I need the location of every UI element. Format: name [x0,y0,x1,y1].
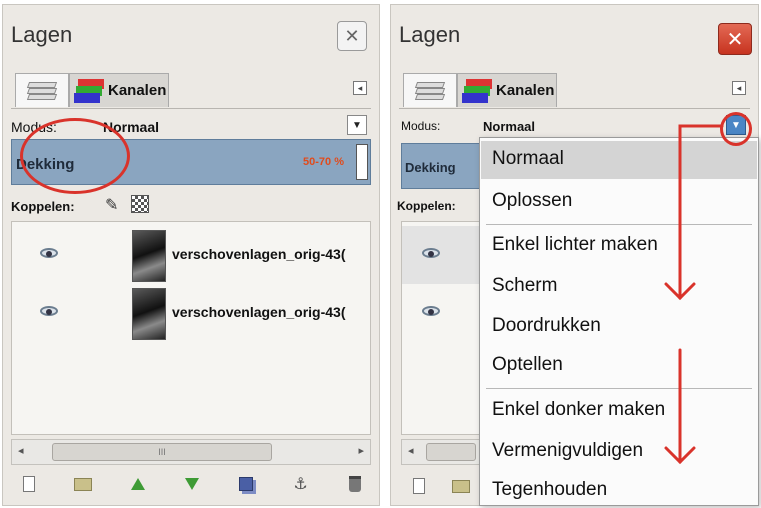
menu-item-scherm[interactable]: Scherm [492,275,557,297]
duplicate-icon [239,477,254,491]
new-layer-button[interactable] [407,477,431,495]
close-button[interactable]: ✕ [718,23,752,55]
duplicate-layer-button[interactable] [234,475,258,493]
arrow-up-icon [130,478,145,490]
tab-channels-label: Kanalen [496,82,555,99]
channels-icon [462,78,492,103]
panel-title: Lagen [11,22,73,47]
tab-layers[interactable] [403,73,457,107]
tab-channels[interactable]: Kanalen [69,73,169,107]
menu-item-optellen[interactable]: Optellen [492,354,563,376]
tab-channels[interactable]: Kanalen [457,73,557,107]
horizontal-scrollbar[interactable]: ◂ III ▸ [11,439,371,465]
menu-item-tegenhouden[interactable]: Tegenhouden [492,479,607,501]
close-icon: ✕ [726,28,744,51]
layer-name: verschovenlagen_orig-43( [172,304,346,320]
eye-icon[interactable] [40,248,58,258]
trash-icon [348,476,361,492]
eye-icon[interactable] [422,306,440,316]
menu-item-oplossen[interactable]: Oplossen [492,190,572,212]
scroll-thumb[interactable] [426,443,476,461]
panel-title: Lagen [399,22,461,47]
eye-icon[interactable] [422,248,440,258]
layer-row[interactable]: verschovenlagen_orig-43( [12,226,370,284]
tab-channels-label: Kanalen [108,82,167,99]
tab-bar: Kanalen ◂ [11,69,371,109]
layers-panel-left: Lagen ✕ Kanalen ◂ Modus: Normaal ▼ Dekki… [2,4,380,506]
menu-separator [486,224,752,225]
new-layer-button[interactable] [17,475,41,493]
mode-dropdown-button[interactable]: ▼ [726,115,746,135]
scroll-left-icon[interactable]: ◂ [18,444,24,457]
tab-menu-button[interactable]: ◂ [732,81,746,95]
menu-item-vermenigvuldigen[interactable]: Vermenigvuldigen [492,440,643,462]
tab-menu-button[interactable]: ◂ [353,81,367,95]
tab-bar: Kanalen ◂ [399,69,750,109]
opacity-value: 50-70 % [303,156,344,168]
anchor-layer-button[interactable]: ⚓ [289,475,313,493]
delete-layer-button[interactable] [343,475,367,493]
menu-item-enkel-donker-maken[interactable]: Enkel donker maken [492,399,665,421]
opacity-slider[interactable]: Dekking 50-70 % [11,139,371,185]
menu-item-doordrukken[interactable]: Doordrukken [492,315,601,337]
mode-value[interactable]: Normaal [103,119,159,135]
layer-list: verschovenlagen_orig-43( verschovenlagen… [11,221,371,435]
raise-layer-button[interactable] [126,475,150,493]
tab-layers[interactable] [15,73,69,107]
close-icon: ✕ [344,25,360,46]
mode-value[interactable]: Normaal [483,119,535,134]
layers-icon [26,81,58,100]
new-layer-icon [413,478,425,494]
horizontal-scrollbar[interactable]: ◂ [401,439,481,465]
mode-label: Modus: [401,119,441,133]
layer-name: verschovenlagen_orig-43( [172,246,346,262]
blend-mode-menu: Normaal Oplossen Enkel lichter maken Sch… [479,137,759,506]
lock-alpha-icon[interactable] [131,195,149,213]
new-group-button[interactable] [449,477,473,495]
menu-separator [486,388,752,389]
opacity-label: Dekking [16,156,75,173]
layer-toolbar [407,471,487,501]
anchor-icon: ⚓ [293,476,308,493]
new-layer-icon [23,476,35,492]
arrow-down-icon [184,478,199,490]
chain-icon[interactable]: ✎ [105,195,118,215]
scroll-thumb[interactable]: III [52,443,272,461]
lower-layer-button[interactable] [180,475,204,493]
folder-icon [452,479,470,493]
opacity-label: Dekking [405,160,456,175]
layer-list [401,221,481,435]
scroll-right-icon[interactable]: ▸ [358,444,364,457]
close-button[interactable]: ✕ [337,21,367,51]
layer-thumbnail [132,288,166,340]
scroll-left-icon[interactable]: ◂ [408,444,414,457]
opacity-slider[interactable]: Dekking [401,143,481,189]
menu-item-enkel-lichter-maken[interactable]: Enkel lichter maken [492,234,658,256]
mode-dropdown-button[interactable]: ▼ [347,115,367,135]
new-group-button[interactable] [71,475,95,493]
layers-icon [414,81,446,100]
mode-label: Modus: [11,119,57,135]
eye-icon[interactable] [40,306,58,316]
channels-icon [74,78,104,103]
link-label: Koppelen: [397,199,456,213]
layer-toolbar: ⚓ [17,469,367,499]
layer-row[interactable]: verschovenlagen_orig-43( [12,284,370,342]
link-label: Koppelen: [11,199,75,214]
layer-row[interactable] [402,284,480,342]
opacity-spin-button[interactable] [356,144,368,180]
layer-row[interactable] [402,226,480,284]
layer-thumbnail [132,230,166,282]
menu-item-normaal[interactable]: Normaal [492,148,564,170]
folder-icon [74,477,93,491]
